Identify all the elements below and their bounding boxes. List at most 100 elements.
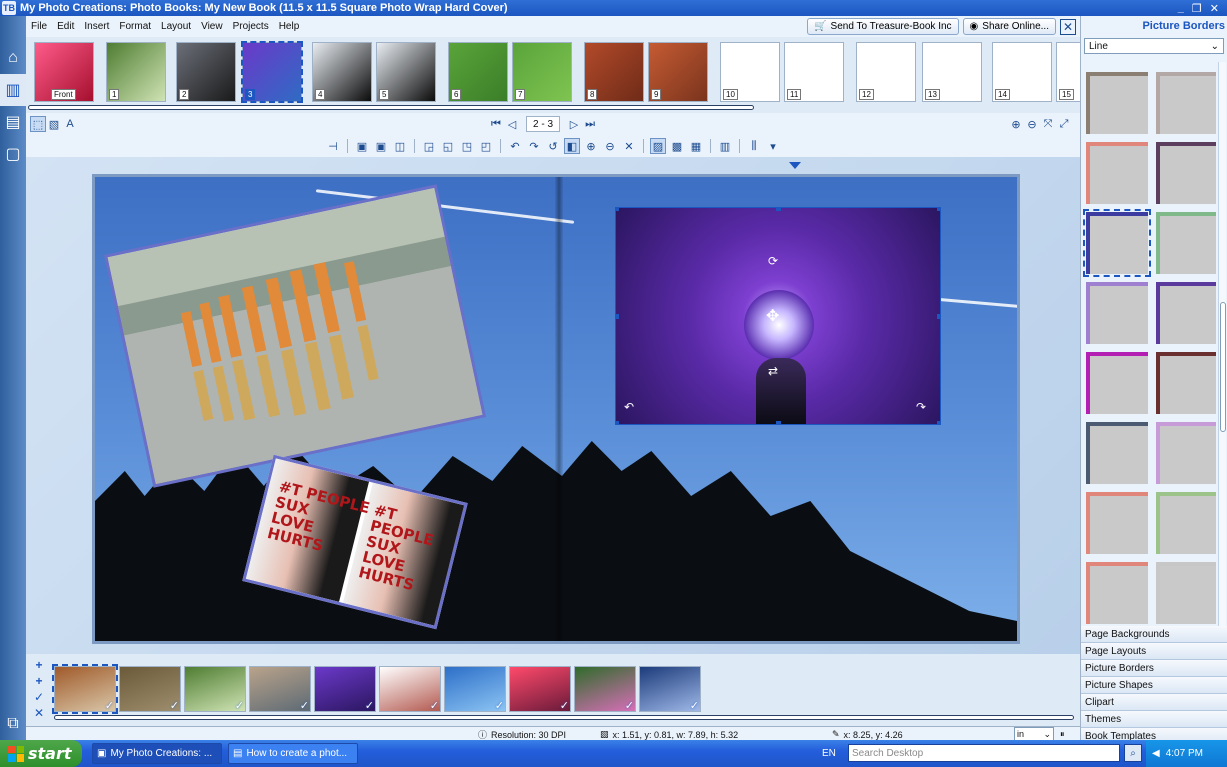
page-thumb-10[interactable]: 10 <box>720 42 780 102</box>
tray-image[interactable]: ✓ <box>444 666 506 712</box>
panel-section-clipart[interactable]: Clipart <box>1081 694 1227 711</box>
tray-image[interactable]: ✓ <box>379 666 441 712</box>
frame-icon[interactable]: ▨ <box>650 138 666 154</box>
previous-page-icon[interactable]: ◁ <box>504 116 520 132</box>
shadow-icon[interactable]: ◧ <box>564 138 580 154</box>
border-swatch[interactable] <box>1156 72 1216 134</box>
move-handle-icon[interactable]: ✥ <box>766 306 779 326</box>
resize-handle-ne[interactable] <box>937 208 940 211</box>
page-thumb-3[interactable]: 3 <box>241 41 303 103</box>
film-icon[interactable]: ▤ <box>0 106 26 138</box>
replace-image-icon[interactable]: ▦ <box>688 138 704 154</box>
rotate-right-handle-icon[interactable]: ↷ <box>916 400 926 414</box>
reset-rotation-icon[interactable]: ↺ <box>545 138 561 154</box>
border-swatch[interactable] <box>1083 209 1151 277</box>
task-photo-creations[interactable]: ▣ My Photo Creations: ... <box>92 743 222 764</box>
tray-image[interactable]: ✓ <box>119 666 181 712</box>
border-swatch[interactable] <box>1086 422 1148 484</box>
page-thumb-1[interactable]: 1 <box>106 42 166 102</box>
border-swatch[interactable] <box>1156 352 1216 414</box>
page-thumb-12[interactable]: 12 <box>856 42 916 102</box>
panel-scroll-thumb[interactable] <box>1220 302 1226 432</box>
menu-help[interactable]: Help <box>274 21 305 32</box>
next-page-icon[interactable]: ▷ <box>566 116 582 132</box>
fit-page-icon[interactable]: ⤧ <box>1040 116 1056 132</box>
zoom-in-icon[interactable]: ⊕ <box>1008 116 1024 132</box>
border-swatch[interactable] <box>1086 492 1148 554</box>
share-online-button[interactable]: ◉ Share Online... <box>962 18 1056 35</box>
first-page-icon[interactable]: ⏮ <box>488 116 504 132</box>
menu-layout[interactable]: Layout <box>156 21 196 32</box>
tray-image[interactable]: ✓ <box>639 666 701 712</box>
menu-projects[interactable]: Projects <box>228 21 274 32</box>
border-swatch[interactable] <box>1156 212 1216 274</box>
border-swatch[interactable] <box>1156 142 1216 204</box>
send-backward-icon[interactable]: ◳ <box>459 138 475 154</box>
fit-frame-icon[interactable]: ◫ <box>392 138 408 154</box>
page-thumb-15[interactable]: 15 <box>1056 42 1080 102</box>
crop-fit-icon[interactable]: ✕ <box>621 138 637 154</box>
menu-file[interactable]: File <box>26 21 52 32</box>
tray-image[interactable]: ✓ <box>249 666 311 712</box>
resize-handle-e[interactable] <box>937 314 940 319</box>
image-icon[interactable]: ▩ <box>669 138 685 154</box>
unit-select[interactable]: in ⌄ <box>1014 727 1054 741</box>
gradient-icon[interactable]: ▥ <box>717 138 733 154</box>
pause-icon[interactable]: ⏸ <box>1060 729 1065 740</box>
send-to-back-icon[interactable]: ◰ <box>478 138 494 154</box>
add-text-icon[interactable]: A <box>62 116 78 132</box>
canvas-area[interactable]: #T PEOPLE SUX LOVE HURTS #T PEOPLE SUX L… <box>26 157 1080 654</box>
rotate-handle-icon[interactable]: ⟳ <box>768 254 778 268</box>
full-screen-icon[interactable]: ⤢ <box>1056 116 1072 132</box>
resize-handle-w[interactable] <box>616 314 619 319</box>
bring-to-front-icon[interactable]: ◲ <box>421 138 437 154</box>
page-thumb-13[interactable]: 13 <box>922 42 982 102</box>
restore-icon[interactable]: ❐ <box>1192 2 1202 15</box>
page-thumb-4[interactable]: 4 <box>312 42 372 102</box>
image-zoom-in-icon[interactable]: ⊕ <box>583 138 599 154</box>
panel-scrollbar[interactable] <box>1218 62 1226 630</box>
page-thumb-2[interactable]: 2 <box>176 42 236 102</box>
desktop-search-input[interactable]: Search Desktop <box>848 744 1120 762</box>
close-project-icon[interactable]: ✕ <box>1060 18 1076 35</box>
network-icon[interactable]: ◀ <box>1152 748 1160 759</box>
border-swatch[interactable] <box>1156 562 1216 624</box>
panel-section-page-backgrounds[interactable]: Page Backgrounds <box>1081 626 1227 643</box>
image-zoom-out-icon[interactable]: ⊖ <box>602 138 618 154</box>
adjust-icon[interactable]: ⫼ <box>746 138 762 154</box>
tray-image[interactable]: ✓ <box>574 666 636 712</box>
close-icon[interactable]: ✕ <box>1210 2 1219 15</box>
book-view-icon[interactable]: ▥ <box>0 74 26 106</box>
search-icon[interactable]: ⌕ <box>1124 744 1142 762</box>
rotate-left-handle-icon[interactable]: ↶ <box>624 400 634 414</box>
border-swatch[interactable] <box>1086 352 1148 414</box>
center-vertical-icon[interactable]: ▣ <box>373 138 389 154</box>
minimize-icon[interactable]: _ <box>1178 2 1184 15</box>
border-swatch[interactable] <box>1086 282 1148 344</box>
page-thumb-front[interactable]: Front <box>34 42 94 102</box>
home-icon[interactable]: ⌂ <box>0 42 26 74</box>
menu-format[interactable]: Format <box>114 21 156 32</box>
page-thumb-7[interactable]: 7 <box>512 42 572 102</box>
photo-flower-selected[interactable]: ⟳ ✥ ⇄ ↶ ↷ <box>615 207 941 425</box>
pages-icon[interactable]: ⧉ <box>0 708 26 740</box>
add-images-icon[interactable]: + <box>35 658 42 672</box>
start-button[interactable]: start <box>0 740 82 767</box>
add-folder-icon[interactable]: + <box>35 674 42 688</box>
mark-used-icon[interactable]: ✓ <box>34 690 44 704</box>
page-thumb-9[interactable]: 9 <box>648 42 708 102</box>
tray-image[interactable]: ✓ <box>314 666 376 712</box>
bring-forward-icon[interactable]: ◱ <box>440 138 456 154</box>
tray-image[interactable]: ✓ <box>184 666 246 712</box>
align-icon[interactable]: ⊣ <box>325 138 341 154</box>
swap-image-icon[interactable]: ⇄ <box>768 364 778 378</box>
border-style-select[interactable]: Line ⌄ <box>1084 38 1224 54</box>
page-thumb-11[interactable]: 11 <box>784 42 844 102</box>
tray-image[interactable]: ✓ <box>52 664 118 714</box>
tray-image[interactable]: ✓ <box>509 666 571 712</box>
page-thumb-8[interactable]: 8 <box>584 42 644 102</box>
page-thumb-5[interactable]: 5 <box>376 42 436 102</box>
resize-handle-se[interactable] <box>937 421 940 424</box>
border-swatch[interactable] <box>1086 562 1148 624</box>
panel-section-page-layouts[interactable]: Page Layouts <box>1081 643 1227 660</box>
